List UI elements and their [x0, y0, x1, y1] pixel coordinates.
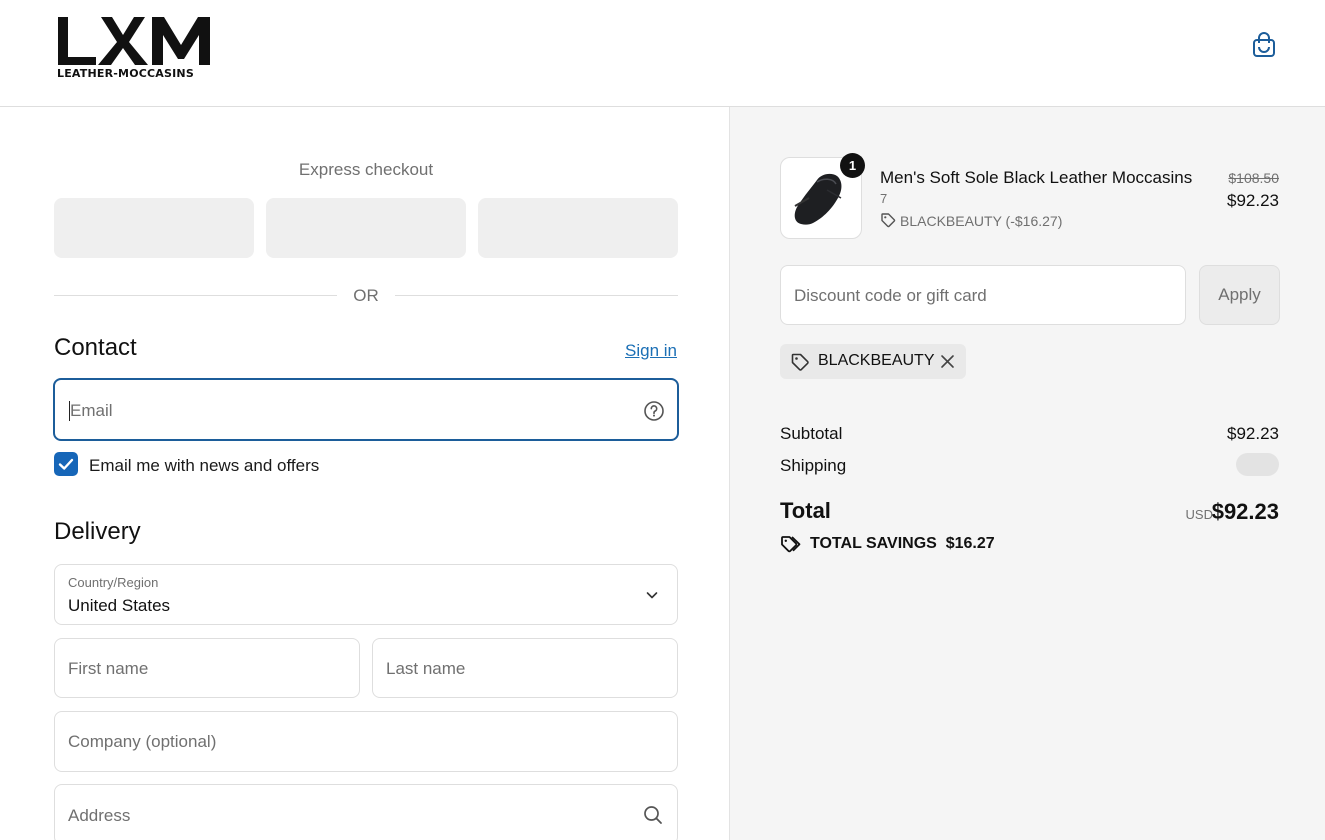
total-label: Total — [780, 498, 831, 523]
last-name-placeholder: Last name — [386, 659, 466, 678]
remove-discount-icon[interactable] — [939, 353, 956, 370]
item-price: $92.23 — [1227, 191, 1279, 210]
logo-mark — [58, 17, 210, 65]
divider-line-right — [395, 295, 678, 296]
shipping-label: Shipping — [780, 456, 847, 475]
subtotal-value: $92.23 — [1227, 424, 1279, 443]
applied-discount-chip: BLACKBEAUTY — [780, 344, 966, 379]
express-pay-button-1[interactable] — [54, 198, 254, 258]
total-value: $92.23 — [1211, 499, 1279, 524]
or-text: OR — [353, 286, 379, 305]
savings-value: $16.27 — [945, 535, 995, 552]
address-placeholder: Address — [68, 806, 131, 825]
email-field[interactable]: Email — [53, 378, 679, 441]
cart-button[interactable] — [1250, 31, 1278, 59]
currency-code: USD — [1185, 507, 1213, 522]
moccasin-image — [794, 173, 842, 225]
address-field[interactable]: Address — [54, 784, 678, 840]
newsletter-label[interactable]: Email me with news and offers — [89, 456, 319, 476]
first-name-placeholder: First name — [68, 659, 149, 678]
savings-label: TOTAL SAVINGS — [810, 535, 937, 552]
product-discount: BLACKBEAUTY (-$16.27) — [880, 210, 1062, 229]
order-summary: 1 Men's Soft Sole Black Leather Moccasin… — [729, 107, 1325, 840]
product-discount-text: BLACKBEAUTY (-$16.27) — [900, 213, 1063, 229]
country-select[interactable]: Country/Region United States — [54, 564, 678, 625]
last-name-field[interactable]: Last name — [372, 638, 678, 698]
express-pay-button-3[interactable] — [478, 198, 678, 258]
header: LEATHER-MOCCASINS — [0, 0, 1325, 107]
shopping-bag-icon — [1253, 32, 1275, 57]
tag-icon — [791, 353, 809, 371]
discount-code-field[interactable]: Discount code or gift card — [780, 265, 1186, 325]
store-logo[interactable]: LEATHER-MOCCASINS — [56, 15, 212, 83]
shipping-loading-placeholder — [1236, 453, 1279, 476]
discount-placeholder: Discount code or gift card — [794, 286, 987, 305]
country-label: Country/Region — [68, 575, 159, 590]
sign-in-link[interactable]: Sign in — [625, 341, 677, 361]
newsletter-checkbox[interactable] — [54, 452, 78, 476]
apply-button[interactable]: Apply — [1199, 265, 1280, 325]
total-savings-text: TOTAL SAVINGS $16.27 — [810, 535, 995, 553]
or-divider: OR — [54, 285, 678, 307]
company-field[interactable]: Company (optional) — [54, 711, 678, 772]
chevron-down-icon — [646, 592, 658, 599]
country-value: United States — [68, 596, 171, 615]
logo-subtext: LEATHER-MOCCASINS — [57, 67, 194, 80]
express-pay-button-2[interactable] — [266, 198, 466, 258]
checkmark-icon — [58, 458, 74, 470]
subtotal-label: Subtotal — [780, 424, 843, 443]
delivery-title: Delivery — [54, 518, 141, 545]
express-checkout-title: Express checkout — [298, 160, 434, 179]
contact-title: Contact — [54, 334, 137, 361]
quantity-badge: 1 — [840, 153, 865, 178]
applied-code: BLACKBEAUTY — [818, 352, 935, 369]
original-price: $108.50 — [1228, 170, 1279, 186]
search-icon[interactable] — [642, 804, 664, 826]
question-circle-icon[interactable] — [643, 400, 665, 422]
first-name-field[interactable]: First name — [54, 638, 360, 698]
product-variant: 7 — [880, 191, 888, 206]
tags-icon — [781, 536, 801, 553]
email-placeholder: Email — [70, 401, 113, 420]
checkout-form: Express checkout OR Contact Sign in Emai… — [0, 107, 729, 840]
tag-icon — [881, 213, 896, 228]
product-name: Men's Soft Sole Black Leather Moccasins — [880, 168, 1193, 187]
company-placeholder: Company (optional) — [68, 732, 217, 751]
